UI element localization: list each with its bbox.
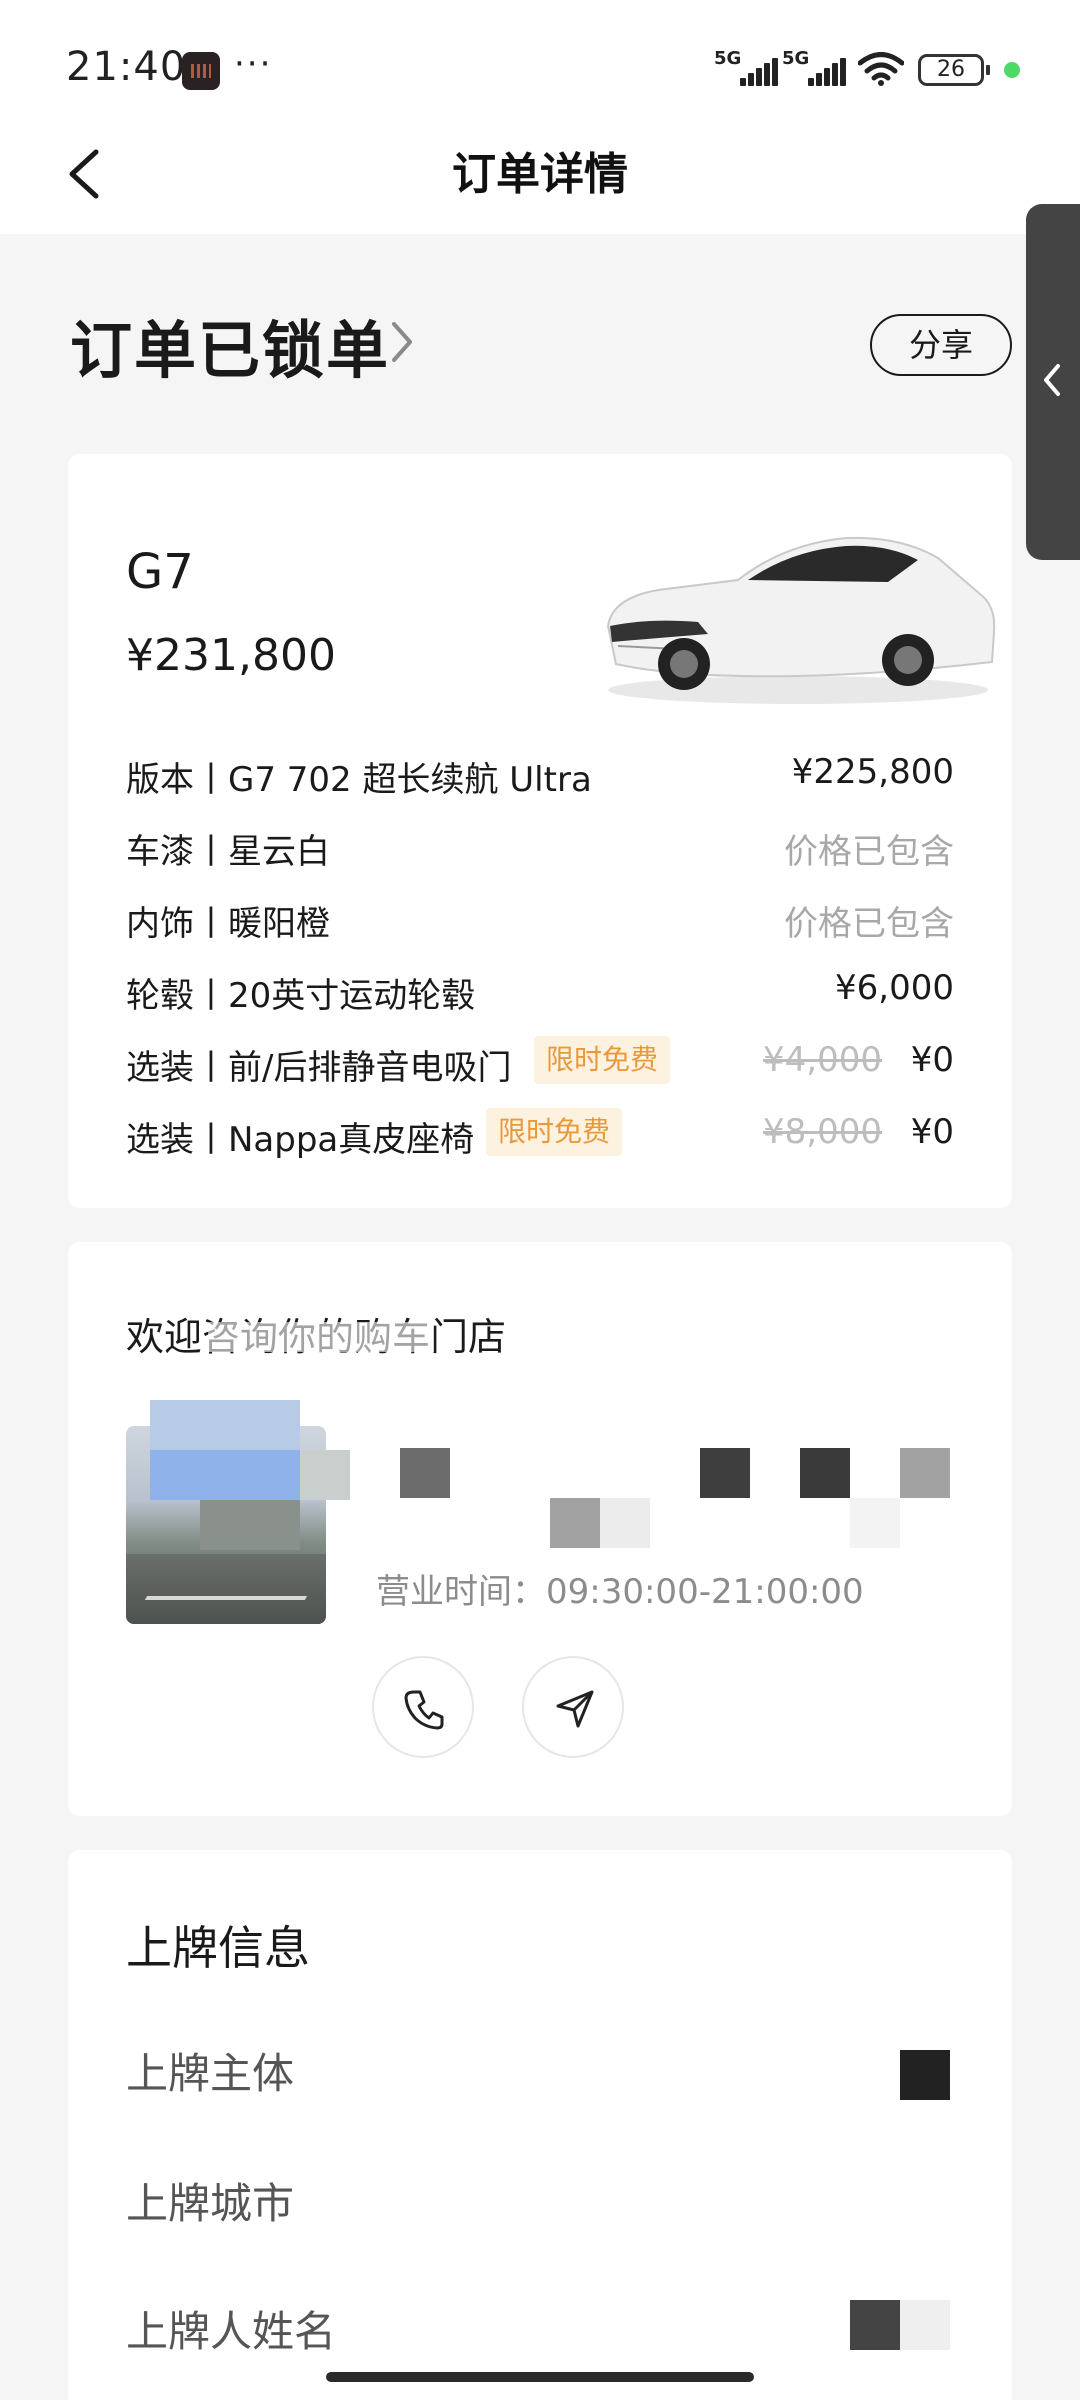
blurred-text-mosaic	[208, 1322, 434, 1352]
status-bar: 21:40 ··· 5G 5G 26	[0, 0, 1080, 136]
store-card: 欢迎咨询你的购车门店 营业时间：09:30:00-21:00:00	[68, 1242, 1012, 1816]
chevron-right-icon[interactable]	[390, 318, 416, 366]
signal-icon: 5G	[714, 48, 778, 86]
blurred-image-mosaic	[150, 1400, 300, 1452]
call-store-button[interactable]	[372, 1656, 474, 1758]
config-row-option-doors: 选装丨前/后排静音电吸门 限时免费 ¥4,000 ¥0	[126, 1036, 954, 1088]
battery-icon: 26	[918, 54, 990, 86]
blurred-image-mosaic	[300, 1450, 350, 1500]
blurred-text-mosaic	[400, 1448, 450, 1498]
vehicle-model: G7	[126, 544, 194, 600]
registration-section-title: 上牌信息	[126, 1921, 310, 1975]
navigation-arrow-icon	[556, 1690, 594, 1728]
vehicle-total-price: ¥231,800	[126, 630, 336, 681]
top-bar: 21:40 ··· 5G 5G 26 订单详情	[0, 0, 1080, 234]
free-promo-badge: 限时免费	[534, 1036, 671, 1084]
store-hours: 营业时间：09:30:00-21:00:00	[376, 1572, 864, 1612]
registration-city-label: 上牌城市	[126, 2179, 295, 2228]
home-indicator[interactable]	[326, 2372, 754, 2382]
status-time: 21:40	[66, 44, 187, 90]
app-notification-icon	[182, 52, 220, 90]
vehicle-card: G7 ¥231,800 版本丨G7 702 超长续航 Ultra ¥225,80…	[68, 454, 1012, 1208]
privacy-indicator-icon	[1004, 62, 1020, 78]
original-price: ¥4,000	[763, 1040, 882, 1080]
side-panel-handle[interactable]	[1026, 204, 1080, 560]
navigation-bar: 订单详情	[0, 124, 1080, 234]
config-row-option-seats: 选装丨Nappa真皮座椅 限时免费 ¥8,000 ¥0	[126, 1108, 954, 1160]
signal-icon: 5G	[782, 48, 846, 86]
free-promo-badge: 限时免费	[486, 1108, 623, 1156]
original-price: ¥8,000	[763, 1112, 882, 1152]
registration-card: 上牌信息 上牌主体 上牌城市 上牌人姓名	[68, 1850, 1012, 2400]
wifi-icon	[858, 52, 904, 86]
order-status-title[interactable]: 订单已锁单	[70, 300, 390, 390]
config-row-version: 版本丨G7 702 超长续航 Ultra ¥225,800	[126, 752, 954, 800]
blurred-image-mosaic	[200, 1500, 300, 1550]
chevron-left-icon	[1044, 364, 1060, 396]
blurred-image-mosaic	[150, 1450, 250, 1500]
registration-name-label: 上牌人姓名	[126, 2307, 337, 2356]
config-row-interior: 内饰丨暖阳橙 价格已包含	[126, 904, 954, 944]
phone-icon	[404, 1690, 444, 1730]
blurred-text-mosaic	[850, 1498, 900, 1548]
blurred-value-mosaic	[900, 2050, 950, 2100]
car-image	[606, 536, 996, 704]
blurred-text-mosaic	[550, 1498, 600, 1548]
blurred-text-mosaic	[900, 1448, 950, 1498]
page-title: 订单详情	[452, 149, 628, 200]
blurred-text-mosaic	[600, 1498, 650, 1548]
config-row-paint: 车漆丨星云白 价格已包含	[126, 832, 954, 872]
config-row-wheels: 轮毂丨20英寸运动轮毂 ¥6,000	[126, 968, 954, 1016]
blurred-image-mosaic	[250, 1450, 300, 1500]
navigate-to-store-button[interactable]	[522, 1656, 624, 1758]
blurred-text-mosaic	[700, 1448, 750, 1498]
share-button[interactable]: 分享	[870, 314, 1012, 376]
blurred-value-mosaic	[850, 2300, 900, 2350]
blurred-text-mosaic	[800, 1448, 850, 1498]
blurred-value-mosaic	[900, 2300, 950, 2350]
registration-subject-label: 上牌主体	[126, 2049, 295, 2098]
more-notifications-icon: ···	[234, 44, 273, 84]
